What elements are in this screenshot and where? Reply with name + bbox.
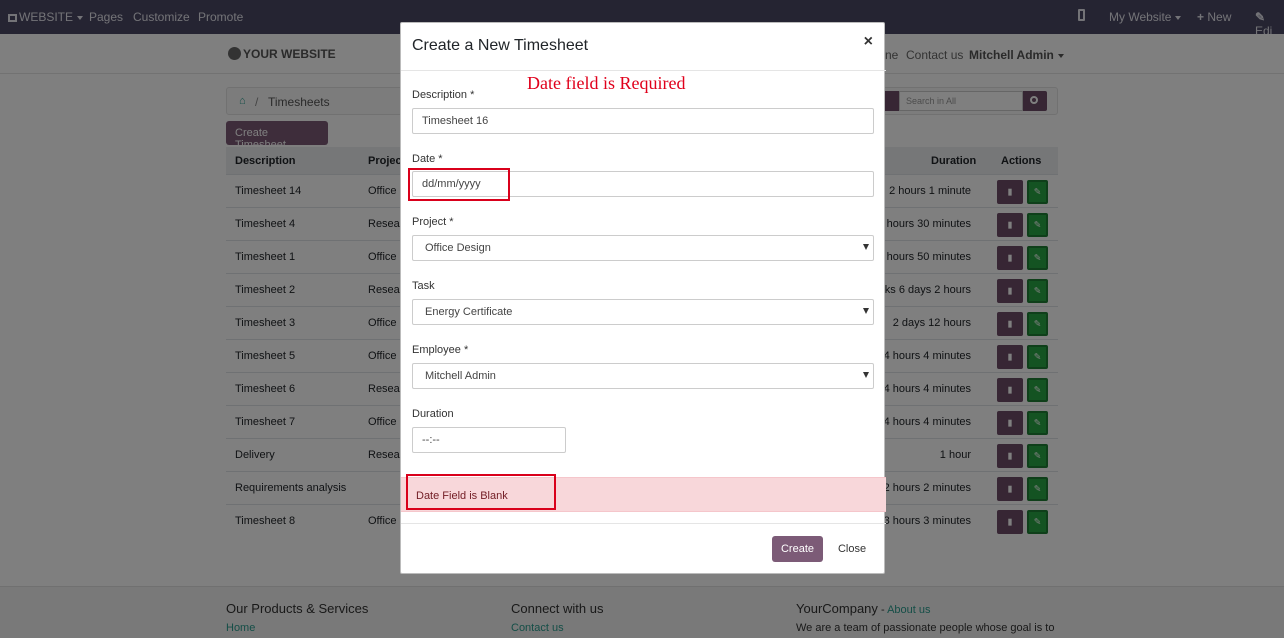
employee-label: Employee * [412,344,469,356]
dropdown-arrow-icon [863,372,869,378]
duration-input[interactable]: --:-- [412,427,566,453]
task-label: Task [412,280,435,292]
date-label: Date * [412,153,443,165]
modal-title: Create a New Timesheet [412,37,589,54]
employee-select[interactable]: Mitchell Admin [412,363,874,389]
annotation-date-required: Date field is Required [527,73,686,93]
project-select[interactable]: Office Design [412,235,874,261]
duration-label: Duration [412,408,454,420]
project-label: Project * [412,216,454,228]
dropdown-arrow-icon [863,244,869,250]
annotation-date-highlight [408,168,510,201]
close-icon[interactable]: × [864,33,873,51]
annotation-alert-highlight [406,474,556,510]
create-timesheet-modal: Create a New Timesheet × Date field is R… [400,22,886,574]
description-label: Description * [412,89,475,101]
modal-header-divider [401,70,886,71]
modal-footer-divider [401,523,886,524]
task-select[interactable]: Energy Certificate [412,299,874,325]
dropdown-arrow-icon [863,308,869,314]
close-button[interactable]: Close [832,536,872,562]
description-input[interactable]: Timesheet 16 [412,108,874,134]
create-button[interactable]: Create [772,536,823,562]
